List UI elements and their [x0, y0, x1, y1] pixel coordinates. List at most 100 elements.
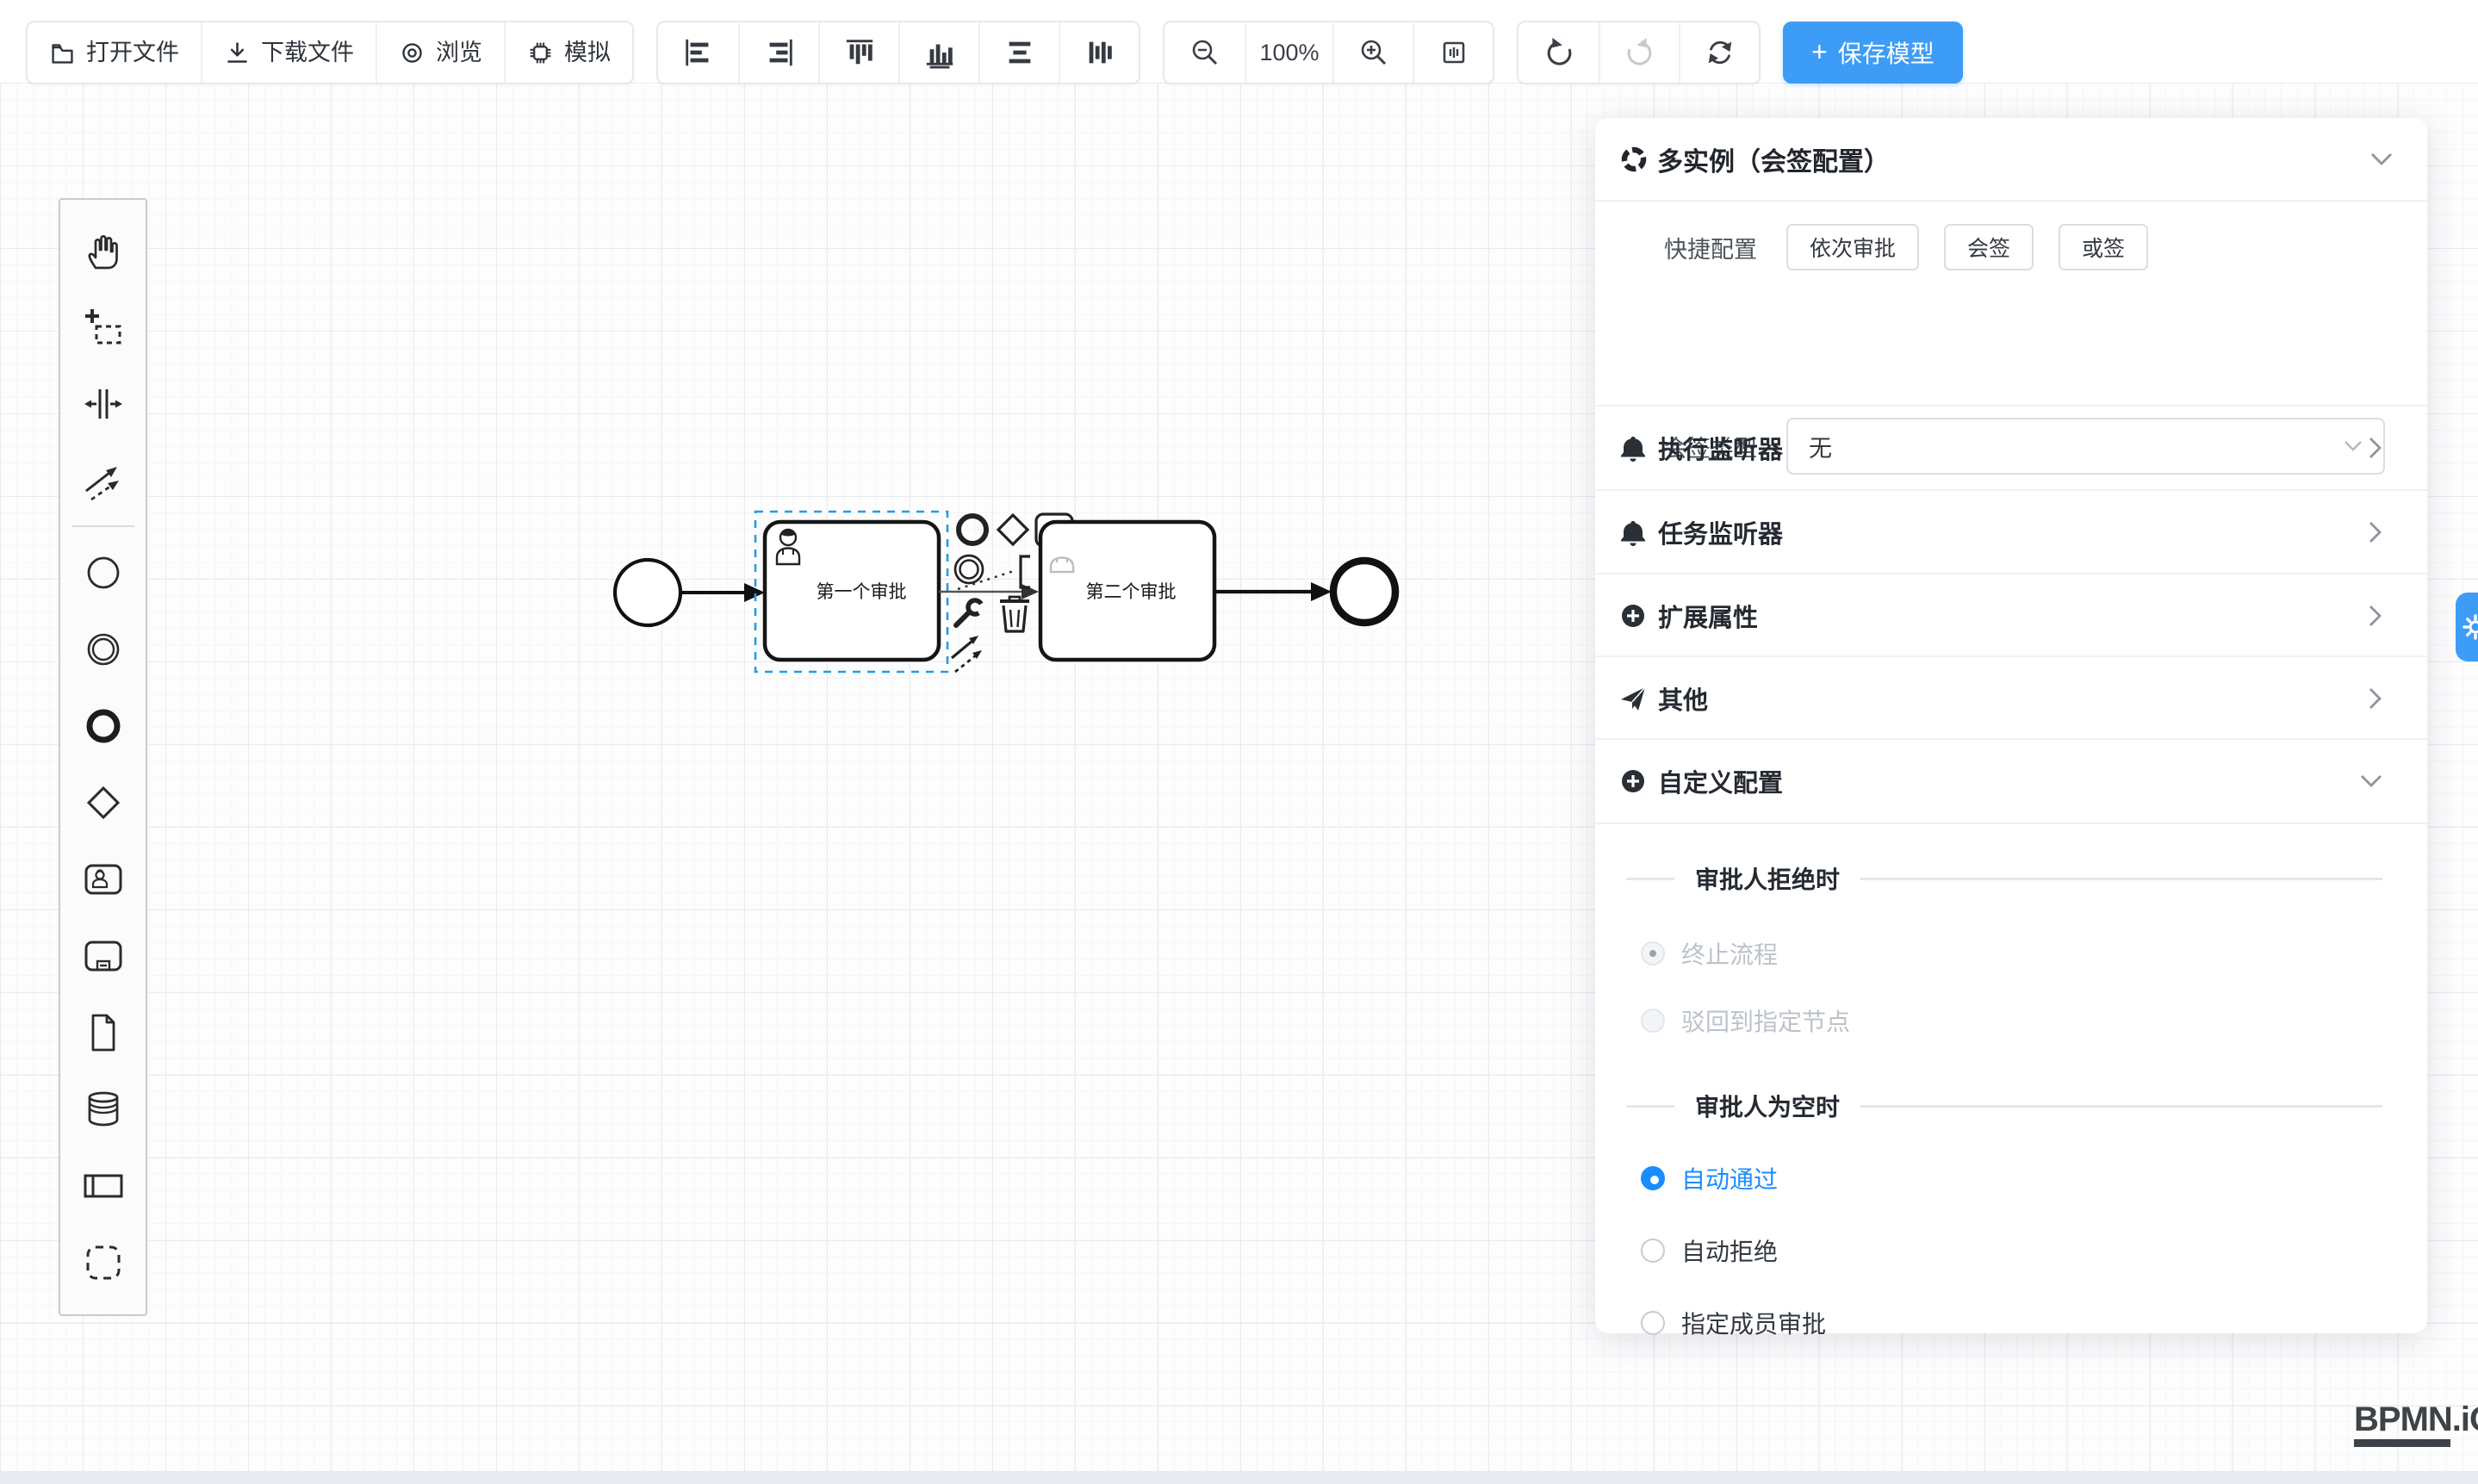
align-right-button[interactable]	[738, 22, 818, 83]
radio-return-to-node[interactable]: 驳回到指定节点	[1595, 999, 2427, 1042]
align-top-button[interactable]	[818, 22, 898, 83]
bell-icon	[1619, 518, 1647, 546]
preview-icon	[399, 40, 425, 66]
align-top-icon	[843, 36, 876, 69]
settings-toggle-tab[interactable]	[2456, 593, 2478, 661]
radio-terminate-process[interactable]: 终止流程	[1595, 932, 2427, 975]
section-execution-listener[interactable]: 执行监听器	[1595, 407, 2427, 489]
bpmn-designer-app: 打开文件 下载文件 浏览 模拟	[0, 0, 2478, 1484]
open-file-button[interactable]: 打开文件	[28, 22, 201, 83]
element-palette	[59, 198, 147, 1316]
preview-button[interactable]: 浏览	[376, 22, 504, 83]
zoom-in-button[interactable]	[1332, 22, 1413, 83]
align-left-button[interactable]	[658, 22, 738, 83]
chevron-right-icon	[2369, 687, 2382, 710]
create-subprocess[interactable]	[63, 917, 144, 994]
append-end-event-icon[interactable]	[959, 516, 986, 543]
download-file-button[interactable]: 下载文件	[201, 22, 376, 83]
append-intermediate-event-icon[interactable]	[955, 556, 983, 583]
download-icon	[224, 40, 251, 66]
data-object-icon	[83, 1012, 124, 1053]
simulate-chip-icon	[527, 40, 554, 66]
file-button-group: 打开文件 下载文件 浏览 模拟	[26, 21, 634, 84]
hand-tool-icon	[83, 230, 124, 271]
panel-header[interactable]: 多实例（会签配置）	[1595, 118, 2427, 200]
radio-button[interactable]	[1641, 1311, 1665, 1335]
lasso-tool[interactable]	[63, 289, 144, 365]
create-user-task[interactable]	[63, 841, 144, 917]
lasso-tool-icon	[83, 307, 124, 348]
redo-button[interactable]	[1599, 22, 1679, 83]
group-icon	[83, 1242, 124, 1283]
chevron-down-icon[interactable]	[2370, 152, 2393, 166]
create-start-event[interactable]	[63, 534, 144, 611]
create-intermediate-event[interactable]	[63, 611, 144, 687]
radio-auto-pass[interactable]: 自动通过	[1595, 1157, 2427, 1200]
radio-assign-member[interactable]: 指定成员审批	[1595, 1301, 2427, 1344]
radio-auto-reject[interactable]: 自动拒绝	[1595, 1229, 2427, 1272]
restart-button[interactable]	[1679, 22, 1759, 83]
start-event-shape[interactable]	[615, 560, 680, 625]
radio-button[interactable]	[1641, 1009, 1665, 1033]
undo-button[interactable]	[1518, 22, 1599, 83]
section-other[interactable]: 其他	[1595, 657, 2427, 740]
space-tool[interactable]	[63, 365, 144, 442]
hand-tool[interactable]	[63, 212, 144, 289]
create-data-object[interactable]	[63, 994, 144, 1071]
data-store-icon	[83, 1089, 124, 1130]
task-first-approval[interactable]: 第一个审批	[765, 522, 939, 660]
divider	[1860, 1105, 2382, 1108]
divider	[1595, 200, 2427, 202]
change-type-wrench-icon[interactable]	[956, 598, 984, 625]
task-second-approval[interactable]: 第二个审批	[1040, 522, 1214, 660]
simulate-button[interactable]: 模拟	[504, 22, 632, 83]
intermediate-event-icon	[83, 629, 124, 670]
bell-icon	[1619, 434, 1647, 462]
space-tool-icon	[83, 383, 124, 425]
panel-title: 多实例（会签配置）	[1657, 140, 1890, 178]
zoom-out-button[interactable]	[1164, 22, 1245, 83]
append-gateway-icon[interactable]	[998, 515, 1028, 544]
radio-button[interactable]	[1641, 1166, 1665, 1190]
align-left-icon	[682, 36, 715, 69]
radio-button[interactable]	[1641, 1239, 1665, 1263]
divider	[1626, 1105, 1674, 1108]
undo-icon	[1543, 36, 1575, 69]
connect-arrow-icon[interactable]	[952, 636, 982, 672]
quick-config-orsign-button[interactable]: 或签	[2059, 224, 2148, 270]
radio-button[interactable]	[1641, 941, 1665, 966]
create-data-store[interactable]	[63, 1071, 144, 1147]
align-bottom-button[interactable]	[898, 22, 978, 83]
create-end-event[interactable]	[63, 687, 144, 764]
section-extended-properties[interactable]: 扩展属性	[1595, 574, 2427, 657]
create-participant-pool[interactable]	[63, 1147, 144, 1224]
fit-viewport-icon	[1438, 37, 1469, 68]
create-group[interactable]	[63, 1224, 144, 1301]
align-middle-vertical-button[interactable]	[1059, 22, 1139, 83]
quick-config-countersign-button[interactable]: 会签	[1944, 224, 2034, 270]
delete-trash-icon[interactable]	[1000, 597, 1029, 631]
create-gateway[interactable]	[63, 764, 144, 841]
toolbar: 打开文件 下载文件 浏览 模拟	[26, 21, 1963, 84]
section-task-listener[interactable]: 任务监听器	[1595, 491, 2427, 574]
section-custom-config[interactable]: 自定义配置	[1595, 740, 2427, 823]
approver-empty-title-row: 审批人为空时	[1595, 1083, 2427, 1129]
task-label: 第一个审批	[817, 582, 907, 602]
download-file-label: 下载文件	[261, 41, 354, 65]
plus-circle-icon	[1619, 767, 1647, 795]
align-button-group	[656, 21, 1140, 84]
save-model-label: 保存模型	[1838, 35, 1935, 70]
preview-label: 浏览	[436, 41, 482, 65]
approver-empty-title: 审批人为空时	[1695, 1089, 1840, 1123]
quick-config-sequential-button[interactable]: 依次审批	[1786, 224, 1919, 270]
save-model-button[interactable]: + 保存模型	[1783, 22, 1963, 84]
approver-reject-title: 审批人拒绝时	[1695, 861, 1840, 896]
fit-viewport-button[interactable]	[1413, 22, 1493, 83]
end-event-shape[interactable]	[1333, 561, 1395, 623]
align-center-horizontal-button[interactable]	[978, 22, 1059, 83]
simulate-label: 模拟	[564, 41, 611, 65]
divider	[1626, 878, 1674, 880]
properties-panel: 多实例（会签配置） 快捷配置 依次审批 会签 或签 会签类型 无	[1595, 118, 2427, 1333]
global-connect-tool[interactable]	[63, 442, 144, 518]
text-annotation-icon[interactable]	[1021, 556, 1030, 587]
